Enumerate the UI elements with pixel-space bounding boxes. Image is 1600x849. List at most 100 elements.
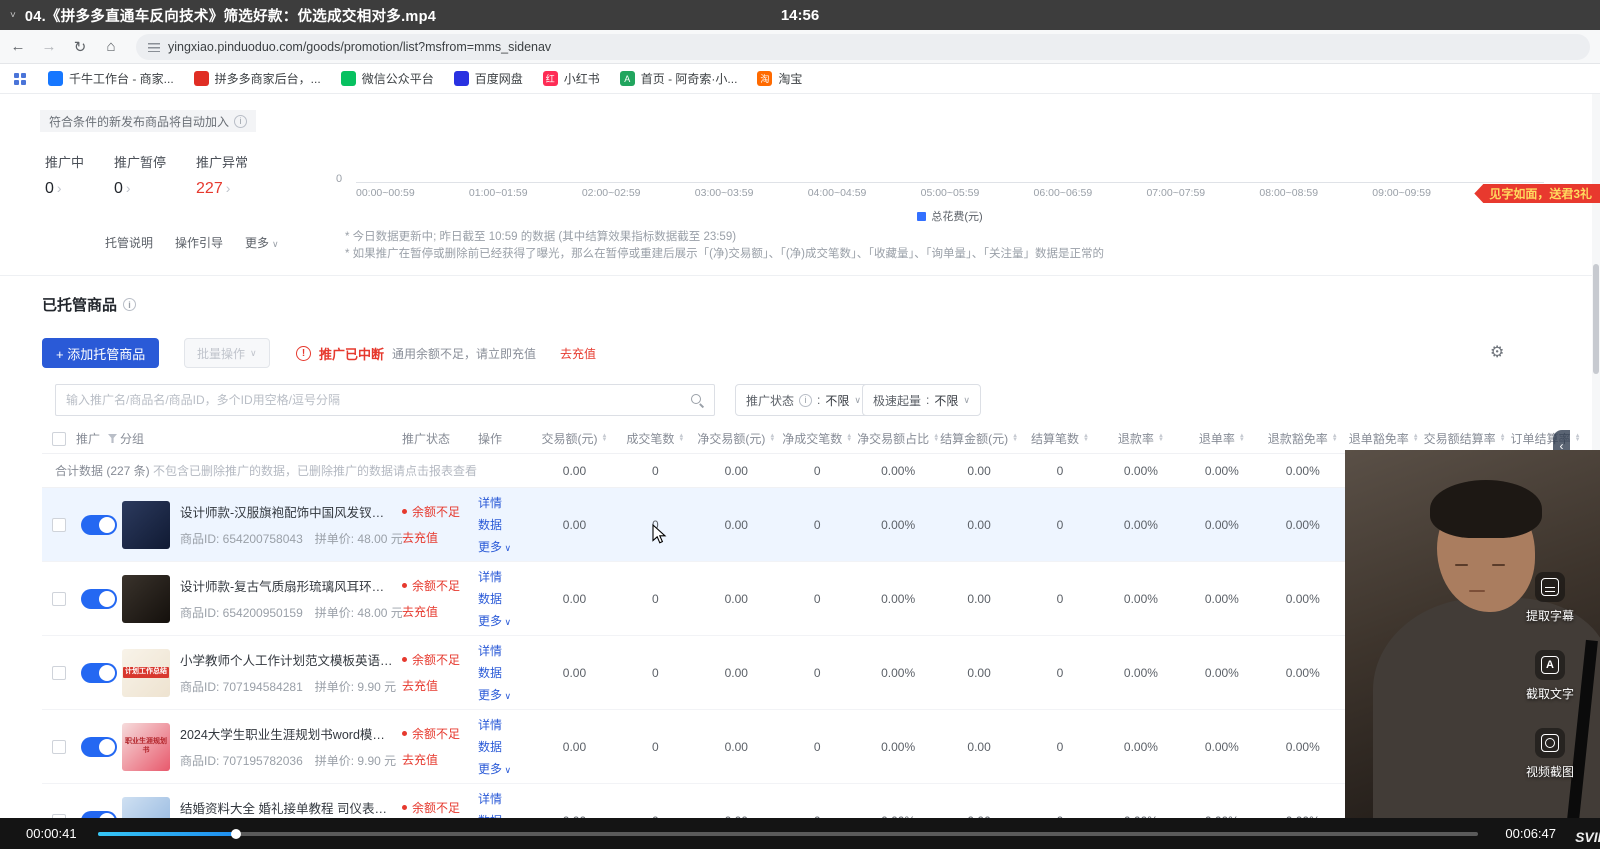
promotion-toggle[interactable] [81,589,117,609]
recharge-link[interactable]: 去充值 [560,345,596,362]
bookmark-item[interactable]: 千牛工作台 - 商家... [48,70,174,87]
bookmark-item[interactable]: A首页 - 阿奇索·小... [620,70,738,87]
sort-icon[interactable]: ▲▼ [1239,435,1245,442]
apps-grid-icon[interactable] [14,73,26,85]
op-data-link[interactable]: 数据 [478,664,502,681]
search-input[interactable] [66,393,682,407]
op-more-link[interactable]: 更多 ∨ [478,686,511,703]
bookmark-item[interactable]: 拼多多商家后台，... [194,70,321,87]
home-button[interactable]: ⌂ [98,38,124,55]
recharge-link[interactable]: 去充值 [402,677,478,694]
side-tool[interactable]: 截取文字 [1526,650,1574,702]
stat-value[interactable]: 0› [114,180,166,198]
search-icon[interactable] [690,393,704,407]
scrollbar-thumb[interactable] [1593,264,1599,374]
sort-icon[interactable]: ▲▼ [846,435,852,442]
quick-link[interactable]: 更多∨ [245,234,279,251]
op-detail-link[interactable]: 详情 [478,494,502,511]
col-header-metric[interactable]: 净成交笔数▲▼ [777,430,858,447]
col-header-metric[interactable]: 退单豁免率▲▼ [1343,430,1424,447]
sort-icon[interactable]: ▲▼ [678,435,684,442]
op-more-link[interactable]: 更多 ∨ [478,760,511,777]
gear-icon[interactable]: ⚙ [1490,342,1504,362]
col-header-metric[interactable]: 交易额(元)▲▼ [534,430,615,447]
stat-value[interactable]: 227› [196,180,248,198]
col-header-metric[interactable]: 订单结算率▲▼ [1505,430,1586,447]
col-header-metric[interactable]: 交易额结算率▲▼ [1424,430,1505,447]
bookmark-item[interactable]: 淘淘宝 [757,70,802,87]
sort-icon[interactable]: ▲▼ [1012,435,1018,442]
address-bar[interactable]: yingxiao.pinduoduo.com/goods/promotion/l… [136,34,1590,60]
forward-button[interactable]: → [36,38,62,55]
op-data-link[interactable]: 数据 [478,516,502,533]
stat-value[interactable]: 0› [45,180,84,198]
progress-bar[interactable] [98,832,1478,836]
recharge-link[interactable]: 去充值 [402,751,478,768]
col-header-metric[interactable]: 净交易额占比▲▼ [858,430,939,447]
sort-icon[interactable]: ▲▼ [1413,435,1419,442]
col-header-metric[interactable]: 退款率▲▼ [1100,430,1181,447]
product-title[interactable]: 小学教师个人工作计划范文模板英语语文数学... [180,650,394,669]
col-header-promo[interactable]: 推广分组 [76,430,402,447]
row-checkbox[interactable] [52,592,66,606]
chevron-down-icon[interactable]: ˅ [10,10,16,21]
col-header-metric[interactable]: 结算金额(元)▲▼ [939,430,1020,447]
promotion-toggle[interactable] [81,737,117,757]
col-header-metric[interactable]: 退单率▲▼ [1181,430,1262,447]
sort-icon[interactable]: ▲▼ [1158,435,1164,442]
side-tool[interactable]: 视频截图 [1526,728,1574,780]
promotion-toggle[interactable] [81,515,117,535]
product-title[interactable]: 设计师款-复古气质扇形琉璃风耳环女民族风耳饰... [180,576,394,595]
back-button[interactable]: ← [5,38,31,55]
op-detail-link[interactable]: 详情 [478,568,502,585]
promo-ribbon[interactable]: 见字如面，送君3礼 [1474,184,1600,203]
promotion-toggle[interactable] [81,811,117,819]
bookmark-item[interactable]: 微信公众平台 [341,70,434,87]
sort-icon[interactable]: ▲▼ [601,435,607,442]
row-checkbox[interactable] [52,518,66,532]
filter-funnel-icon[interactable] [108,434,117,443]
info-icon[interactable]: i [234,115,247,128]
op-detail-link[interactable]: 详情 [478,642,502,659]
product-price: 拼单价: 9.90 元 [315,680,396,694]
sort-icon[interactable]: ▲▼ [1575,435,1581,442]
status-text: 余额不足 [402,725,478,742]
site-info-icon[interactable] [148,42,160,52]
quick-link[interactable]: 操作引导 [175,234,223,251]
op-more-link[interactable]: 更多 ∨ [478,538,511,555]
reload-button[interactable]: ↻ [67,38,93,56]
op-more-link[interactable]: 更多 ∨ [478,612,511,629]
sort-icon[interactable]: ▲▼ [1083,435,1089,442]
op-detail-link[interactable]: 详情 [478,716,502,733]
product-title[interactable]: 2024大学生职业生涯规划书word模板范文工作... [180,724,394,743]
filter-speed-boost[interactable]: 极速起量 : 不限 ∨ [862,384,981,416]
sort-icon[interactable]: ▲▼ [1332,435,1338,442]
side-tool[interactable]: 提取字幕 [1526,572,1574,624]
batch-operation-button[interactable]: 批量操作 ∨ [184,338,270,368]
product-title[interactable]: 结婚资料大全 婚礼接单教程 司仪表格 婚礼策划... [180,798,394,817]
row-checkbox[interactable] [52,740,66,754]
sort-icon[interactable]: ▲▼ [769,435,775,442]
chart-tick-label: 07:00~07:59 [1146,187,1205,199]
info-icon[interactable]: i [123,298,136,311]
quick-link[interactable]: 托管说明 [105,234,153,251]
progress-handle[interactable] [231,829,241,839]
select-all-checkbox[interactable] [52,432,66,446]
recharge-link[interactable]: 去充值 [402,529,478,546]
col-header-metric[interactable]: 结算笔数▲▼ [1020,430,1101,447]
col-header-metric[interactable]: 退款豁免率▲▼ [1262,430,1343,447]
col-header-metric[interactable]: 净交易额(元)▲▼ [696,430,777,447]
promotion-toggle[interactable] [81,663,117,683]
op-data-link[interactable]: 数据 [478,590,502,607]
filter-promotion-status[interactable]: 推广状态 i : 不限 ∨ [735,384,872,416]
col-header-metric[interactable]: 成交笔数▲▼ [615,430,696,447]
add-managed-product-button[interactable]: + 添加托管商品 [42,338,159,368]
op-detail-link[interactable]: 详情 [478,790,502,807]
bookmark-item[interactable]: 百度网盘 [454,70,523,87]
summary-note: 不包含已删除推广的数据，已删除推广的数据请点击报表查看 [153,464,477,478]
recharge-link[interactable]: 去充值 [402,603,478,620]
product-title[interactable]: 设计师款-汉服旗袍配饰中国风发钗含字耳坠镶...✎ [180,502,394,521]
op-data-link[interactable]: 数据 [478,738,502,755]
bookmark-item[interactable]: 红小红书 [543,70,600,87]
row-checkbox[interactable] [52,666,66,680]
